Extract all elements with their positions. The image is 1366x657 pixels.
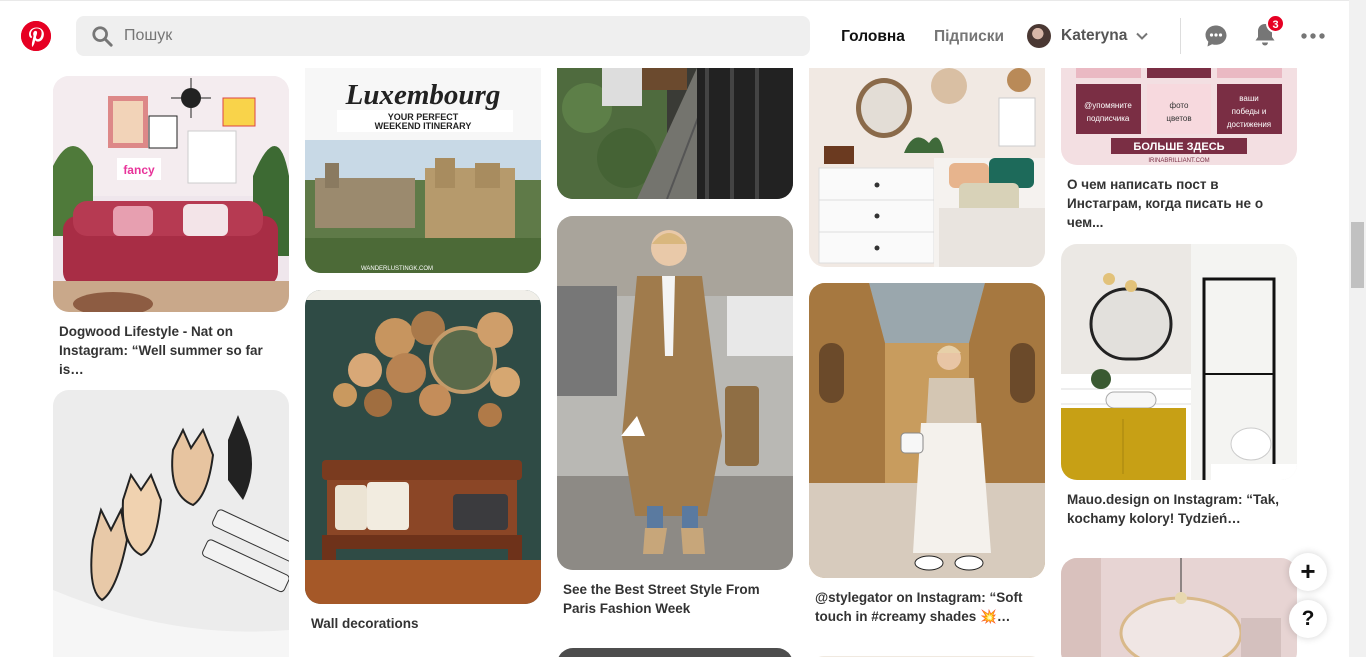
- svg-text:IRINABRILLIANT.COM: IRINABRILLIANT.COM: [1148, 158, 1209, 164]
- pin-caption[interactable]: О чем написать пост в Инстаграм, когда п…: [1061, 175, 1297, 232]
- pin-image[interactable]: [53, 390, 289, 657]
- top-header: Головна Підписки Kateryna 3: [0, 0, 1349, 68]
- svg-text:фото: фото: [1170, 101, 1189, 110]
- pin-image[interactable]: [305, 290, 541, 604]
- pin-caption[interactable]: Wall decorations: [305, 614, 541, 633]
- header-divider: [1180, 18, 1181, 54]
- pin-image[interactable]: [557, 216, 793, 570]
- messages-icon[interactable]: [1204, 24, 1228, 48]
- pin-image[interactable]: Luxembourg YOUR PERFECT WEEKEND ITINERAR…: [305, 68, 541, 273]
- svg-text:подписчика: подписчика: [1087, 114, 1130, 123]
- pin-card[interactable]: fancy Dogwood Lifestyle - Nat on Instagr…: [53, 76, 289, 379]
- pin-card[interactable]: @stylegator on Instagram: “Soft touch in…: [809, 283, 1045, 626]
- svg-text:@упомяните: @упомяните: [1084, 101, 1132, 110]
- pin-caption[interactable]: @stylegator on Instagram: “Soft touch in…: [809, 588, 1045, 626]
- pin-caption[interactable]: See the Best Street Style From Paris Fas…: [557, 580, 793, 618]
- svg-text:WEEKEND ITINERARY: WEEKEND ITINERARY: [375, 121, 472, 131]
- search-bar[interactable]: [76, 16, 810, 56]
- pin-feed: fancy Dogwood Lifestyle - Nat on Instagr…: [0, 68, 1349, 657]
- svg-text:победы и: победы и: [1232, 107, 1267, 116]
- pin-card[interactable]: [809, 68, 1045, 267]
- pin-caption[interactable]: Dogwood Lifestyle - Nat on Instagram: “W…: [53, 322, 289, 379]
- pin-image[interactable]: [809, 68, 1045, 267]
- pin-card[interactable]: Wall decorations: [305, 290, 541, 633]
- avatar: [1027, 24, 1051, 48]
- pin-card[interactable]: Mauo.design on Instagram: “Tak, kochamy …: [1061, 244, 1297, 528]
- user-name: Kateryna: [1061, 27, 1128, 44]
- pin-overlay-title: Luxembourg: [345, 79, 501, 111]
- pin-card[interactable]: [557, 68, 793, 199]
- pin-image[interactable]: [557, 648, 793, 657]
- pin-image[interactable]: fancy: [53, 76, 289, 312]
- pinterest-logo-icon[interactable]: [21, 21, 51, 51]
- pin-image[interactable]: [1061, 558, 1297, 657]
- search-input[interactable]: [124, 27, 724, 45]
- svg-text:fancy: fancy: [123, 163, 155, 177]
- search-icon: [92, 26, 113, 47]
- svg-text:цветов: цветов: [1166, 114, 1191, 123]
- pin-caption[interactable]: Mauo.design on Instagram: “Tak, kochamy …: [1061, 490, 1297, 528]
- chevron-down-icon: [1136, 32, 1149, 40]
- pin-card[interactable]: [1061, 558, 1297, 657]
- pin-card[interactable]: [557, 648, 793, 657]
- svg-text:ваши: ваши: [1239, 94, 1259, 103]
- add-button[interactable]: +: [1289, 553, 1327, 591]
- user-menu[interactable]: Kateryna: [1027, 22, 1149, 50]
- scrollbar-thumb[interactable]: [1351, 222, 1364, 288]
- notification-count-badge: 3: [1266, 14, 1285, 33]
- nav-following-link[interactable]: Підписки: [925, 21, 1013, 53]
- nav-home-link[interactable]: Головна: [829, 21, 917, 53]
- pin-card[interactable]: See the Best Street Style From Paris Fas…: [557, 216, 793, 618]
- svg-text:достижения: достижения: [1227, 120, 1271, 129]
- page-scrollbar[interactable]: [1349, 0, 1366, 657]
- help-button[interactable]: ?: [1289, 600, 1327, 638]
- more-options-icon[interactable]: [1300, 26, 1326, 46]
- pin-image[interactable]: [1061, 244, 1297, 480]
- pin-image[interactable]: @упомяните подписчика фото цветов ваши п…: [1061, 68, 1297, 165]
- pin-image[interactable]: [557, 68, 793, 199]
- pin-card[interactable]: @упомяните подписчика фото цветов ваши п…: [1061, 68, 1297, 232]
- pin-card[interactable]: Luxembourg YOUR PERFECT WEEKEND ITINERAR…: [305, 68, 541, 273]
- svg-text:WANDERLUSTINGK.COM: WANDERLUSTINGK.COM: [361, 266, 433, 272]
- pin-card[interactable]: [53, 390, 289, 657]
- svg-text:БОЛЬШЕ ЗДЕСЬ: БОЛЬШЕ ЗДЕСЬ: [1133, 141, 1224, 153]
- pin-image[interactable]: [809, 283, 1045, 578]
